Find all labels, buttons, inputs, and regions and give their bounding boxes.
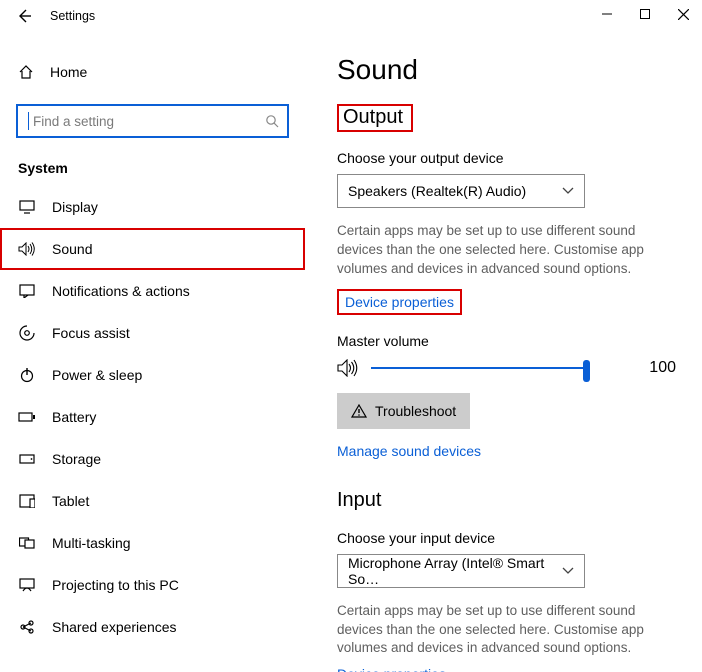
volume-value: 100 — [630, 359, 676, 377]
nav-sound[interactable]: Sound — [0, 228, 305, 270]
input-heading: Input — [337, 489, 381, 512]
notifications-icon — [18, 284, 36, 298]
master-volume-label: Master volume — [337, 333, 676, 349]
close-button[interactable] — [664, 0, 702, 28]
nav-label: Multi-tasking — [52, 535, 131, 551]
nav-label: Sound — [52, 241, 92, 257]
storage-icon — [18, 453, 36, 465]
power-icon — [18, 367, 36, 383]
battery-icon — [18, 411, 36, 423]
nav-label: Storage — [52, 451, 101, 467]
output-device-value: Speakers (Realtek(R) Audio) — [348, 183, 526, 199]
nav-tablet[interactable]: Tablet — [0, 480, 305, 522]
input-device-label: Choose your input device — [337, 530, 676, 546]
search-icon — [265, 114, 279, 128]
nav-display[interactable]: Display — [0, 186, 305, 228]
nav-label: Focus assist — [52, 325, 130, 341]
sound-icon — [18, 242, 36, 256]
window-title: Settings — [50, 9, 95, 23]
nav-battery[interactable]: Battery — [0, 396, 305, 438]
sidebar-home[interactable]: Home — [0, 54, 305, 90]
nav-label: Projecting to this PC — [52, 577, 179, 593]
slider-thumb[interactable] — [583, 360, 590, 382]
multitasking-icon — [18, 536, 36, 550]
nav-storage[interactable]: Storage — [0, 438, 305, 480]
focus-assist-icon — [18, 325, 36, 341]
output-device-properties-highlight: Device properties — [337, 289, 462, 315]
slider-track — [371, 367, 590, 370]
input-device-select[interactable]: Microphone Array (Intel® Smart So… — [337, 554, 585, 588]
output-device-select[interactable]: Speakers (Realtek(R) Audio) — [337, 174, 585, 208]
input-device-value: Microphone Array (Intel® Smart So… — [348, 555, 562, 587]
chevron-down-icon — [562, 187, 574, 195]
home-label: Home — [50, 64, 87, 80]
nav-label: Power & sleep — [52, 367, 142, 383]
shared-icon — [18, 619, 36, 635]
nav-label: Battery — [52, 409, 96, 425]
display-icon — [18, 200, 36, 214]
nav-label: Display — [52, 199, 98, 215]
back-button[interactable] — [14, 6, 34, 26]
nav-notifications[interactable]: Notifications & actions — [0, 270, 305, 312]
tablet-icon — [18, 494, 36, 508]
home-icon — [18, 64, 34, 80]
output-device-properties-link[interactable]: Device properties — [345, 294, 454, 310]
sidebar-nav: Display Sound Notifications & actions Fo… — [0, 186, 305, 648]
page-title: Sound — [337, 54, 676, 86]
output-device-label: Choose your output device — [337, 150, 676, 166]
manage-sound-devices-link[interactable]: Manage sound devices — [337, 443, 481, 459]
maximize-button[interactable] — [626, 0, 664, 28]
input-device-properties-link[interactable]: Device properties — [337, 666, 446, 672]
settings-window: Settings Home Find a settin — [0, 0, 702, 672]
search-input[interactable]: Find a setting — [16, 104, 289, 138]
nav-projecting[interactable]: Projecting to this PC — [0, 564, 305, 606]
projecting-icon — [18, 578, 36, 592]
input-helper-text: Certain apps may be set up to use differ… — [337, 602, 676, 659]
nav-shared-experiences[interactable]: Shared experiences — [0, 606, 305, 648]
troubleshoot-button[interactable]: Troubleshoot — [337, 393, 470, 429]
chevron-down-icon — [562, 567, 574, 575]
sidebar: Home Find a setting System Display Sound — [0, 32, 305, 672]
volume-slider[interactable] — [371, 359, 590, 377]
titlebar: Settings — [0, 0, 702, 32]
output-heading: Output — [337, 104, 413, 132]
sidebar-section-system: System — [0, 154, 305, 186]
nav-focus-assist[interactable]: Focus assist — [0, 312, 305, 354]
nav-power-sleep[interactable]: Power & sleep — [0, 354, 305, 396]
nav-label: Shared experiences — [52, 619, 177, 635]
nav-label: Tablet — [52, 493, 89, 509]
nav-label: Notifications & actions — [52, 283, 190, 299]
search-placeholder: Find a setting — [33, 114, 265, 129]
warning-icon — [351, 404, 367, 418]
master-volume-row: 100 — [337, 359, 676, 377]
text-cursor — [28, 112, 29, 130]
content-pane: Sound Output Choose your output device S… — [305, 32, 702, 672]
nav-multitasking[interactable]: Multi-tasking — [0, 522, 305, 564]
troubleshoot-label: Troubleshoot — [375, 403, 456, 419]
window-controls — [588, 0, 702, 28]
volume-icon[interactable] — [337, 359, 359, 377]
minimize-button[interactable] — [588, 0, 626, 28]
output-helper-text: Certain apps may be set up to use differ… — [337, 222, 676, 279]
